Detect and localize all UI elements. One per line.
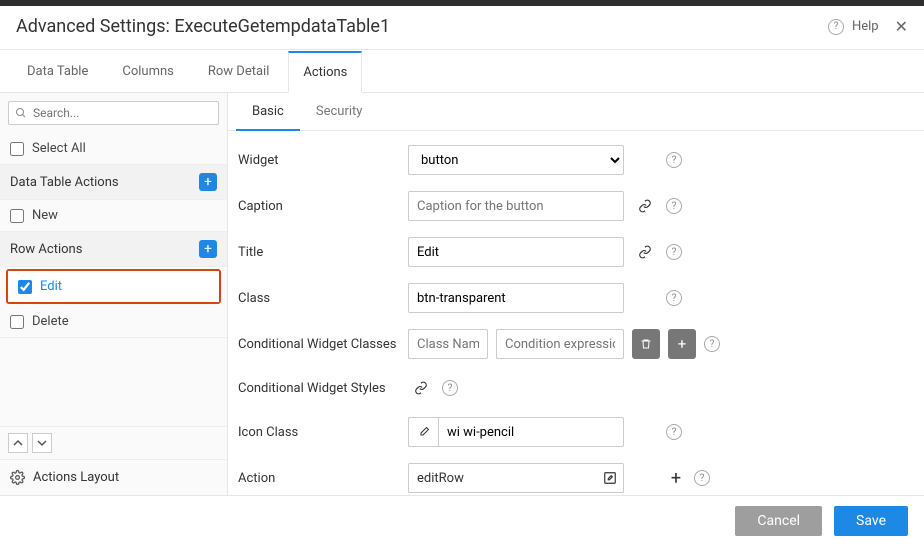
close-icon[interactable]: ✕ bbox=[895, 17, 908, 36]
main-tabs: Data Table Columns Row Detail Actions bbox=[0, 50, 924, 93]
help-icon[interactable]: ? bbox=[666, 152, 682, 168]
widget-label: Widget bbox=[238, 153, 408, 168]
cwc-class-input[interactable] bbox=[408, 329, 488, 359]
move-up-button[interactable] bbox=[8, 433, 28, 453]
cwc-label: Conditional Widget Classes bbox=[238, 337, 408, 352]
select-all-row[interactable]: Select All bbox=[0, 133, 227, 165]
help-icon[interactable]: ? bbox=[442, 380, 458, 396]
bind-icon[interactable] bbox=[632, 239, 658, 265]
help-icon[interactable]: ? bbox=[666, 244, 682, 260]
caption-label: Caption bbox=[238, 199, 408, 214]
edit-label: Edit bbox=[40, 279, 62, 294]
action-input[interactable]: editRow bbox=[408, 463, 624, 493]
cws-label: Conditional Widget Styles bbox=[238, 381, 408, 396]
tab-actions[interactable]: Actions bbox=[288, 51, 362, 93]
actions-layout-button[interactable]: Actions Layout bbox=[0, 459, 227, 495]
dialog-header: Advanced Settings: ExecuteGetempdataTabl… bbox=[0, 6, 924, 50]
move-down-button[interactable] bbox=[32, 433, 52, 453]
search-box[interactable] bbox=[8, 101, 219, 125]
search-icon bbox=[15, 107, 27, 119]
select-all-checkbox[interactable] bbox=[10, 142, 24, 156]
action-label: Action bbox=[238, 471, 408, 486]
gear-icon bbox=[10, 470, 25, 485]
properties-form: Widget button ? Caption ? Title bbox=[228, 131, 924, 495]
help-icon[interactable]: ? bbox=[704, 336, 720, 352]
tab-row-detail[interactable]: Row Detail bbox=[193, 51, 285, 93]
sidebar-item-delete[interactable]: Delete bbox=[0, 306, 227, 338]
edit-checkbox[interactable] bbox=[18, 280, 32, 294]
group-row-actions: Row Actions + bbox=[0, 232, 227, 267]
sidebar-item-edit[interactable]: Edit bbox=[8, 271, 219, 302]
class-input[interactable] bbox=[408, 283, 624, 313]
group-data-table-actions: Data Table Actions + bbox=[0, 165, 227, 200]
help-icon[interactable]: ? bbox=[666, 198, 682, 214]
new-checkbox[interactable] bbox=[10, 209, 24, 223]
sidebar-item-new[interactable]: New bbox=[0, 200, 227, 232]
pencil-icon[interactable] bbox=[408, 417, 438, 447]
content-panel: Basic Security Widget button ? Caption ? bbox=[228, 93, 924, 495]
bind-icon[interactable] bbox=[408, 375, 434, 401]
class-label: Class bbox=[238, 291, 408, 306]
cwc-condition-input[interactable] bbox=[496, 329, 624, 359]
select-all-label: Select All bbox=[32, 141, 86, 156]
title-label: Title bbox=[238, 245, 408, 260]
subtab-security[interactable]: Security bbox=[300, 94, 379, 131]
subtab-basic[interactable]: Basic bbox=[236, 94, 300, 131]
help-icon[interactable]: ? bbox=[666, 424, 682, 440]
group-label: Data Table Actions bbox=[10, 175, 119, 190]
dialog-footer: Cancel Save bbox=[0, 495, 924, 546]
reorder-controls bbox=[0, 426, 227, 459]
dialog-title: Advanced Settings: ExecuteGetempdataTabl… bbox=[16, 16, 390, 37]
edit-icon[interactable] bbox=[603, 471, 617, 485]
delete-label: Delete bbox=[32, 314, 69, 329]
new-label: New bbox=[32, 208, 58, 223]
delete-checkbox[interactable] bbox=[10, 315, 24, 329]
help-icon[interactable]: ? bbox=[694, 470, 710, 486]
title-input[interactable] bbox=[408, 237, 624, 267]
search-input[interactable] bbox=[33, 106, 212, 120]
widget-select[interactable]: button bbox=[408, 145, 624, 175]
sub-tabs: Basic Security bbox=[228, 93, 924, 131]
add-row-action-button[interactable]: + bbox=[199, 240, 217, 258]
help-label[interactable]: Help bbox=[852, 19, 879, 34]
tab-columns[interactable]: Columns bbox=[107, 51, 189, 93]
caption-input[interactable] bbox=[408, 191, 624, 221]
actions-layout-label: Actions Layout bbox=[33, 470, 119, 485]
add-data-table-action-button[interactable]: + bbox=[199, 173, 217, 191]
tab-data-table[interactable]: Data Table bbox=[12, 51, 103, 93]
help-icon[interactable]: ? bbox=[828, 19, 844, 35]
bind-icon[interactable] bbox=[632, 193, 658, 219]
cwc-delete-button[interactable] bbox=[632, 329, 660, 359]
actions-sidebar: Select All Data Table Actions + New Row … bbox=[0, 93, 228, 495]
cancel-button[interactable]: Cancel bbox=[735, 506, 822, 536]
iconclass-input[interactable] bbox=[438, 417, 624, 447]
action-value: editRow bbox=[417, 471, 464, 486]
iconclass-label: Icon Class bbox=[238, 425, 408, 440]
selected-highlight: Edit bbox=[6, 269, 221, 304]
add-action-button[interactable]: + bbox=[666, 468, 686, 489]
help-icon[interactable]: ? bbox=[666, 290, 682, 306]
cwc-add-button[interactable]: + bbox=[668, 329, 696, 359]
save-button[interactable]: Save bbox=[834, 506, 908, 536]
group-label: Row Actions bbox=[10, 242, 82, 257]
